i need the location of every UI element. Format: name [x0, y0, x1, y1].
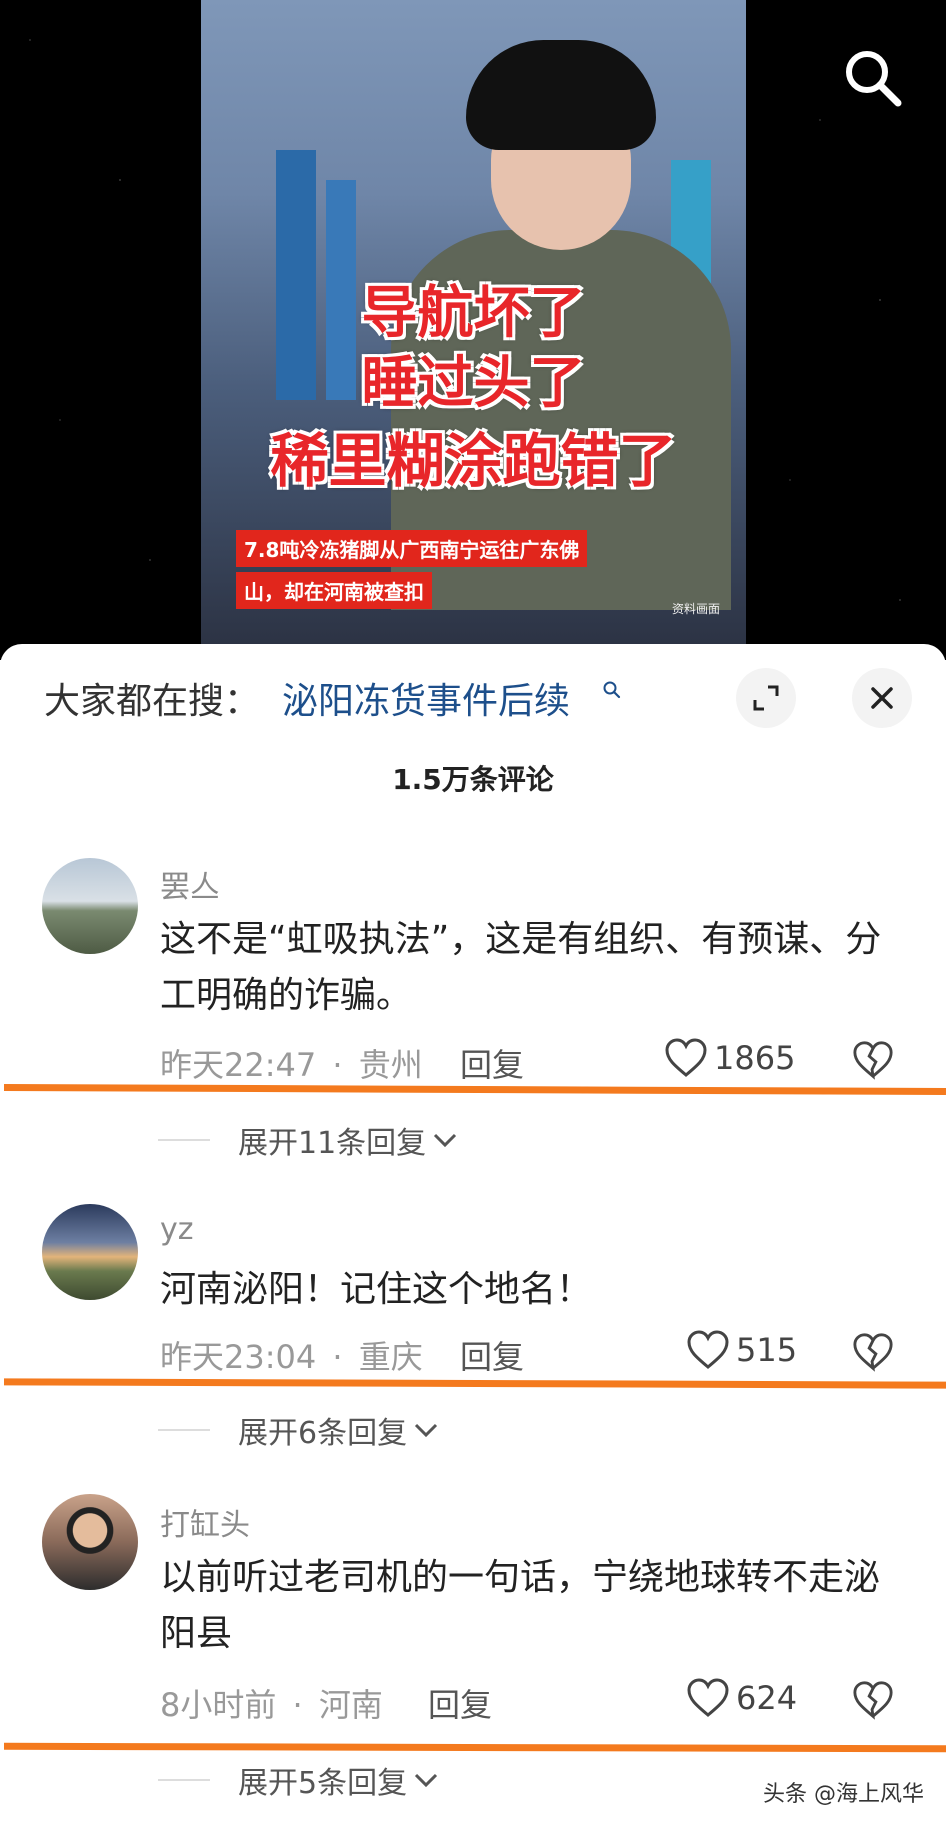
- comment-time: 昨天22:47: [160, 1046, 317, 1084]
- video-subtitle-line: 7.8吨冷冻猪脚从广西南宁运往广东佛: [236, 530, 588, 567]
- heart-icon: [687, 1678, 729, 1717]
- avatar[interactable]: [42, 1494, 138, 1590]
- reply-button[interactable]: 回复: [460, 1040, 524, 1086]
- comment-text: 以前听过老司机的一句话，宁绕地球转不走泌阳县: [160, 1557, 881, 1654]
- divider: [158, 1139, 210, 1141]
- reply-button[interactable]: 回复: [428, 1680, 492, 1726]
- trending-prefix: 大家都在搜：: [44, 681, 261, 722]
- video-caption-line: 睡过头了: [361, 351, 586, 416]
- like-count: 515: [736, 1331, 798, 1369]
- expand-replies[interactable]: 展开5条回复: [158, 1758, 441, 1802]
- video-subtitle-line: 山，却在河南被查扣: [236, 572, 432, 609]
- comment-text: 河南泌阳！记住这个地名！: [160, 1269, 593, 1310]
- close-button[interactable]: [852, 668, 912, 728]
- heart-icon: [665, 1038, 707, 1077]
- comment-location: 重庆: [358, 1338, 423, 1376]
- divider: [158, 1779, 210, 1781]
- meta-separator: ·: [332, 1338, 343, 1376]
- like-button[interactable]: 515: [686, 1330, 797, 1370]
- watermark: 头条 @海上风华: [763, 1782, 924, 1807]
- broken-heart-icon[interactable]: [852, 1332, 894, 1372]
- avatar[interactable]: [42, 858, 138, 954]
- broken-heart-icon[interactable]: [852, 1680, 894, 1720]
- comment-count: 1.5万条评论: [392, 763, 554, 796]
- expand-replies-label: 展开6条回复: [238, 1416, 408, 1451]
- video-frame[interactable]: 导航坏了 睡过头了 稀里糊涂跑错了 7.8吨冷冻猪脚从广西南宁运往广东佛 山，却…: [201, 0, 746, 645]
- reply-button[interactable]: 回复: [460, 1332, 524, 1378]
- meta-separator: ·: [292, 1686, 303, 1724]
- anchor-hair: [466, 40, 656, 150]
- video-caption-line: 导航坏了: [361, 281, 586, 346]
- comment-author[interactable]: 罢亼: [160, 862, 220, 906]
- chevron-down-icon: [434, 1133, 457, 1148]
- source-note: 资料画面: [671, 602, 720, 616]
- search-button[interactable]: [840, 45, 906, 111]
- comment-meta: 昨天23:04 · 重庆: [160, 1332, 423, 1378]
- like-button[interactable]: 624: [686, 1678, 797, 1718]
- avatar[interactable]: [42, 1204, 138, 1300]
- comment-time: 8小时前: [160, 1686, 277, 1724]
- like-count: 1865: [714, 1039, 796, 1077]
- comment-time: 昨天23:04: [160, 1338, 317, 1376]
- comment-text: 这不是“虹吸执法”，这是有组织、有预谋、分工明确的诈骗。: [160, 919, 882, 1016]
- expand-replies-label: 展开11条回复: [238, 1126, 427, 1161]
- search-icon: [846, 51, 902, 107]
- video-caption-line: 稀里糊涂跑错了: [270, 427, 677, 495]
- comment-author[interactable]: 打缸头: [160, 1500, 250, 1544]
- expand-icon: [753, 685, 779, 711]
- expand-replies[interactable]: 展开6条回复: [158, 1408, 441, 1452]
- comment-author[interactable]: yz: [160, 1212, 194, 1247]
- chevron-down-icon: [415, 1423, 438, 1438]
- like-button[interactable]: 1865: [664, 1038, 795, 1078]
- expand-replies[interactable]: 展开11条回复: [158, 1118, 460, 1162]
- comment-location: 贵州: [358, 1046, 423, 1084]
- trending-search-link[interactable]: 泌阳冻货事件后续: [282, 672, 570, 724]
- search-icon[interactable]: [602, 680, 622, 700]
- meta-separator: ·: [332, 1046, 343, 1084]
- like-count: 624: [736, 1679, 798, 1717]
- comment-location: 河南: [318, 1686, 383, 1724]
- close-icon: [871, 687, 893, 709]
- divider: [158, 1429, 210, 1431]
- comment-meta: 8小时前 · 河南: [160, 1680, 383, 1726]
- comment-meta: 昨天22:47 · 贵州: [160, 1040, 423, 1086]
- heart-icon: [687, 1330, 729, 1369]
- expand-replies-label: 展开5条回复: [238, 1766, 408, 1801]
- video-player[interactable]: 导航坏了 睡过头了 稀里糊涂跑错了 7.8吨冷冻猪脚从广西南宁运往广东佛 山，却…: [0, 0, 946, 660]
- broken-heart-icon[interactable]: [852, 1040, 894, 1080]
- chevron-down-icon: [415, 1773, 438, 1788]
- expand-button[interactable]: [736, 668, 796, 728]
